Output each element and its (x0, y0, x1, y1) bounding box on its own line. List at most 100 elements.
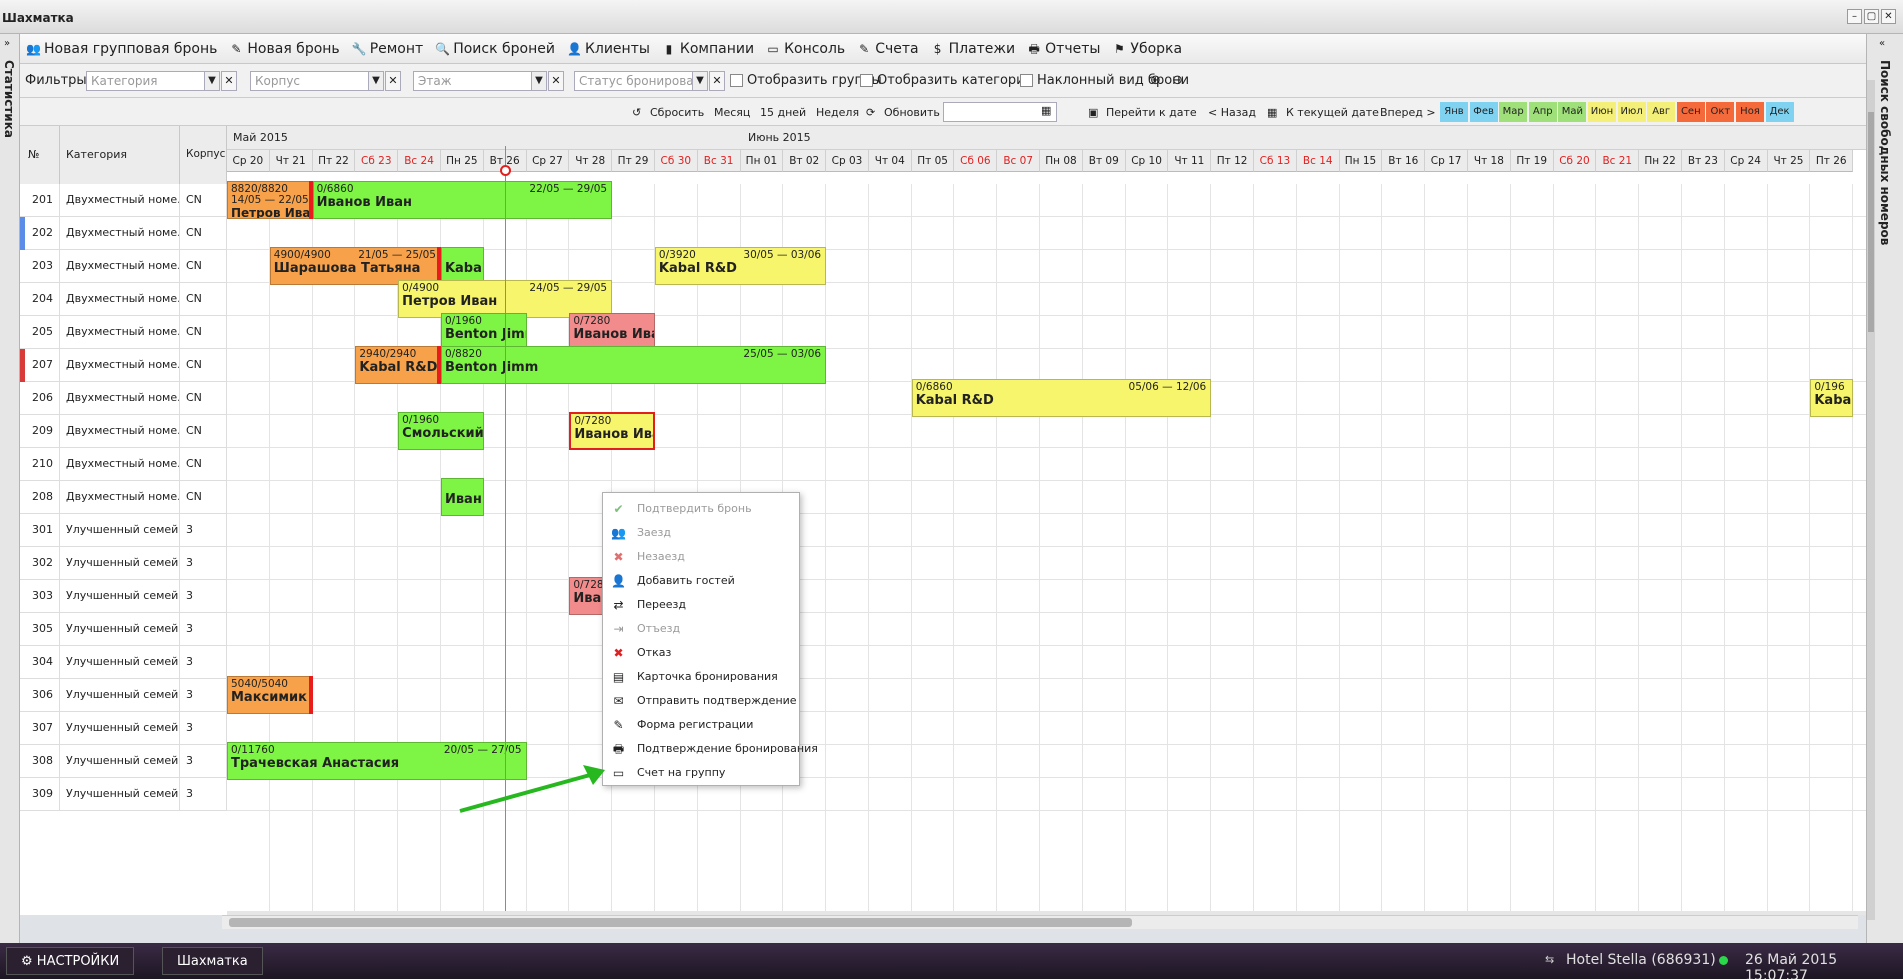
col-header-number[interactable]: № (20, 126, 60, 184)
goto-date-icon[interactable]: ▣ (1088, 106, 1098, 119)
clear-category-icon[interactable]: ✕ (221, 71, 237, 91)
booking-block[interactable]: 0/8820 25/05 — 03/06 Benton Jimm (440, 346, 827, 384)
menu-item-checkin[interactable]: 👥 Заезд (603, 521, 799, 545)
expand-icon[interactable]: « (1879, 38, 1885, 49)
toolbar-button-reports[interactable]: 🖶 Отчеты (1027, 41, 1100, 57)
day-header[interactable]: Ср 17 (1425, 150, 1468, 172)
month-button[interactable]: Июн (1588, 102, 1616, 122)
day-header[interactable]: Чт 04 (868, 150, 912, 172)
room-number[interactable]: 209 (20, 415, 60, 448)
clear-floor-icon[interactable]: ✕ (548, 71, 564, 91)
room-category[interactable]: Двухместный номе... (60, 250, 180, 283)
day-header[interactable]: Чт 28 (569, 150, 613, 172)
room-category[interactable]: Двухместный номе... (60, 283, 180, 316)
toolbar-button-payments[interactable]: $ Платежи (931, 41, 1015, 57)
room-building[interactable]: CN (180, 481, 227, 514)
date-input[interactable] (943, 102, 1057, 122)
back-button[interactable]: < Назад (1208, 106, 1256, 119)
booking-block[interactable]: 2940/2940 Kabal R&D (355, 346, 441, 384)
settings-button[interactable]: ⚙ НАСТРОЙКИ (6, 947, 135, 975)
forward-button[interactable]: Вперед > (1380, 106, 1436, 119)
horizontal-scrollbar[interactable] (222, 915, 1858, 929)
room-number[interactable]: 305 (20, 613, 60, 646)
reset-icon[interactable]: ↺ (632, 106, 641, 119)
col-header-building[interactable]: Корпус (180, 126, 227, 184)
menu-item-print-confirmation[interactable]: 🖶 Подтверждение бронирования (603, 737, 818, 761)
room-category[interactable]: Двухместный номе... (60, 217, 180, 250)
day-header[interactable]: Вс 07 (997, 150, 1041, 172)
day-header[interactable]: Ср 20 (227, 150, 270, 172)
chevron-down-icon[interactable]: ▼ (368, 71, 384, 91)
room-category[interactable]: Улучшенный семей... (60, 679, 180, 712)
room-building[interactable]: CN (180, 184, 227, 217)
free-rooms-panel-collapsed[interactable]: « Поиск свободных номеров (1866, 34, 1903, 943)
day-header[interactable]: Вс 24 (398, 150, 441, 172)
day-header[interactable]: Ср 03 (826, 150, 869, 172)
booking-block[interactable]: 0/7280Иванов Иван (569, 412, 655, 450)
menu-item-cancel[interactable]: ✖ Отказ (603, 641, 799, 665)
toolbar-button-cleaning[interactable]: ⚑ Уборка (1112, 41, 1182, 57)
statistics-panel-collapsed[interactable]: » Статистика (0, 34, 20, 943)
day-header[interactable]: Пн 08 (1040, 150, 1083, 172)
building-filter[interactable]: Корпус (250, 71, 374, 91)
room-number[interactable]: 309 (20, 778, 60, 811)
horizontal-scrollbar-thumb[interactable] (229, 918, 1132, 927)
menu-item-confirm[interactable]: ✔ Подтвердить бронь (603, 497, 799, 521)
room-category[interactable]: Двухместный номе... (60, 382, 180, 415)
month-button[interactable]: Окт (1706, 102, 1735, 122)
toolbar-button-invoices[interactable]: ✎ Счета (857, 41, 918, 57)
toolbar-button-companies[interactable]: ▮ Компании (662, 41, 754, 57)
day-header[interactable]: Пт 05 (911, 150, 955, 172)
zoom-out-icon[interactable]: ⊖ (1172, 73, 1183, 88)
day-header[interactable]: Сб 23 (355, 150, 399, 172)
room-building[interactable]: 3 (180, 745, 227, 778)
room-category[interactable]: Двухместный номе... (60, 415, 180, 448)
menu-item-checkout[interactable]: ⇥ Отъезд (603, 617, 799, 641)
close-button[interactable]: ✕ (1881, 9, 1896, 24)
menu-item-add-guests[interactable]: 👤 Добавить гостей (603, 569, 799, 593)
room-number[interactable]: 303 (20, 580, 60, 613)
room-building[interactable]: 3 (180, 646, 227, 679)
menu-item-booking-card[interactable]: ▤ Карточка бронирования (603, 665, 799, 689)
day-header[interactable]: Вс 31 (697, 150, 741, 172)
day-header[interactable]: Вт 09 (1082, 150, 1126, 172)
room-category[interactable]: Улучшенный семей... (60, 613, 180, 646)
chevron-down-icon[interactable]: ▼ (531, 71, 547, 91)
col-header-category[interactable]: Категория (60, 126, 180, 184)
month-button[interactable]: Ноя (1736, 102, 1764, 122)
room-number[interactable]: 206 (20, 382, 60, 415)
room-building[interactable]: CN (180, 217, 227, 250)
room-number[interactable]: 202 (20, 217, 60, 250)
week-view-button[interactable]: Неделя (816, 106, 859, 119)
month-view-button[interactable]: Месяц (714, 106, 750, 119)
month-button[interactable]: Янв (1440, 102, 1468, 122)
day-header[interactable]: Сб 06 (954, 150, 998, 172)
clear-status-icon[interactable]: ✕ (709, 71, 725, 91)
booking-block[interactable]: 8820/8820 14/05 — 22/05 Петров Иван (227, 181, 313, 219)
goto-date-button[interactable]: Перейти к дате (1106, 106, 1197, 119)
room-category[interactable]: Улучшенный семей... (60, 580, 180, 613)
day-header[interactable]: Пн 01 (740, 150, 784, 172)
status-filter[interactable]: Статус бронирован (574, 71, 698, 91)
menu-item-group-invoice[interactable]: ▭ Счет на группу (603, 761, 799, 785)
chevron-down-icon[interactable]: ▼ (204, 71, 220, 91)
day-header[interactable]: Вс 14 (1296, 150, 1340, 172)
day-header[interactable]: Чт 25 (1767, 150, 1811, 172)
maximize-button[interactable]: ▢ (1864, 9, 1879, 24)
month-button[interactable]: Май (1558, 102, 1587, 122)
toolbar-button-console[interactable]: ▭ Консоль (766, 41, 845, 57)
room-building[interactable]: 3 (180, 514, 227, 547)
month-button[interactable]: Авг (1647, 102, 1676, 122)
toolbar-button-clients[interactable]: 👤 Клиенты (567, 41, 650, 57)
toolbar-button-group-booking[interactable]: 👥 Новая групповая бронь (26, 41, 217, 57)
chess-taskbar-button[interactable]: Шахматка (162, 947, 263, 975)
category-filter[interactable]: Категория (86, 71, 210, 91)
room-number[interactable]: 207 (20, 349, 60, 382)
room-category[interactable]: Улучшенный семей... (60, 646, 180, 679)
room-number[interactable]: 308 (20, 745, 60, 778)
day-header[interactable]: Сб 30 (654, 150, 698, 172)
month-button[interactable]: Фев (1469, 102, 1498, 122)
calendar-icon[interactable]: ▦ (1041, 104, 1051, 117)
room-category[interactable]: Двухместный номе... (60, 481, 180, 514)
room-building[interactable]: 3 (180, 679, 227, 712)
